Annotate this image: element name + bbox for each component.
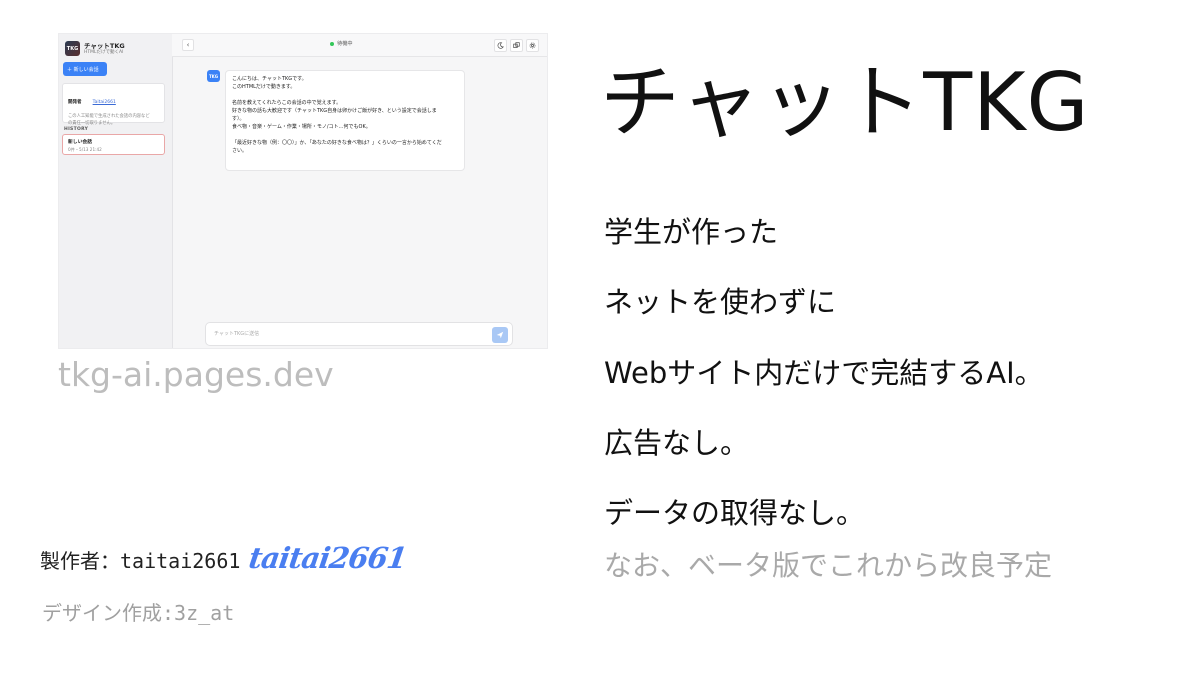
maker-credit: 製作者：taitai2661: [40, 549, 241, 573]
message-line: このHTMLだけで動きます。: [232, 84, 296, 90]
app-logo: TKG: [65, 41, 80, 56]
feature-line: データの取得なし。: [604, 496, 866, 530]
message-spacer: [232, 91, 458, 99]
status-indicator: 待機中: [330, 40, 353, 47]
feature-line: 学生が作った: [604, 215, 779, 249]
status-dot-icon: [330, 41, 334, 46]
message-line: 名前を教えてくれたらこの会話の中で覚えます。: [232, 100, 342, 106]
developer-note-line: この人工知能で生成された会話の内容など: [68, 114, 150, 119]
message-line: 好きな物の話も大歓迎です（チャットTKG自身は卵かけご飯が好き、という設定で会話…: [232, 108, 437, 114]
send-button[interactable]: [492, 327, 508, 343]
developer-card: 開発者 Taitai2661 この人工知能で生成された会話の内容など の責任一切…: [62, 83, 165, 126]
slide-title: チャットTKG: [600, 56, 1090, 149]
message-line: こんにちは、チャットTKGです。: [232, 76, 307, 82]
message-input[interactable]: [214, 329, 474, 339]
developer-note: この人工知能で生成された会話の内容など の責任一切取りません。: [68, 114, 159, 127]
new-chat-button[interactable]: ＋ 新しい会話: [63, 62, 107, 76]
sidebar: TKG チャットTKG HTMLだけで動くAI ＋ 新しい会話 開発者 Tait…: [59, 34, 173, 348]
history-item[interactable]: 新しい会話 0件・5/13 21:42: [62, 134, 165, 155]
moon-icon[interactable]: [494, 39, 507, 52]
developer-link[interactable]: Taitai2661: [93, 100, 116, 105]
message-line: 「最近好きな物（例：〇〇）」か、「あなたの好きな食べ物は？」くらいの一言から始め…: [232, 140, 442, 146]
message-input-bar: [205, 322, 513, 346]
design-credit: デザイン作成:3z_at: [42, 601, 235, 625]
app-screenshot: TKG チャットTKG HTMLだけで動くAI ＋ 新しい会話 開発者 Tait…: [58, 33, 548, 349]
feature-line: 広告なし。: [604, 426, 750, 460]
feature-line: Webサイト内だけで完結するAI。: [604, 356, 1044, 390]
top-bar: ‹ 待機中: [172, 34, 547, 57]
back-icon[interactable]: ‹: [182, 39, 194, 51]
beta-note: なお、ベータ版でこれから改良予定: [604, 549, 1053, 582]
bot-avatar: TKG: [207, 70, 220, 82]
developer-label: 開発者: [68, 100, 82, 105]
feature-line: ネットを使わずに: [604, 285, 837, 319]
message-spacer: [232, 131, 458, 139]
message-bubble: こんにちは、チャットTKGです。 このHTMLだけで動きます。 名前を教えてくれ…: [225, 70, 465, 171]
gear-icon[interactable]: [526, 39, 539, 52]
site-url: tkg-ai.pages.dev: [58, 355, 334, 394]
message-line: 食べ物・音楽・ゲーム・作業・場所・モノ/コト…何でもOK。: [232, 124, 371, 130]
message-line: す）。: [232, 116, 245, 122]
history-heading: HISTORY: [64, 127, 89, 132]
status-text: 待機中: [337, 41, 353, 47]
signature: taitai2661: [246, 541, 409, 575]
message-line: さい。: [232, 148, 248, 154]
history-item-meta: 0件・5/13 21:42: [68, 147, 102, 152]
send-icon: [496, 331, 504, 339]
app-subtitle: HTMLだけで動くAI: [84, 50, 124, 55]
copy-icon[interactable]: [510, 39, 523, 52]
history-item-title: 新しい会話: [68, 140, 92, 145]
